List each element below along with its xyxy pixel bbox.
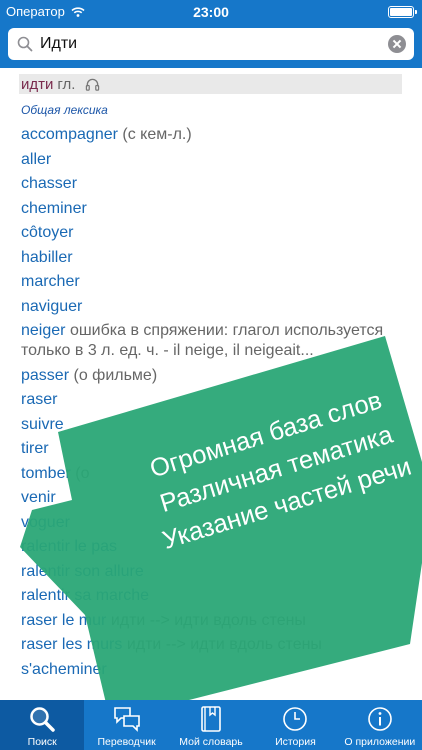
translation-item[interactable]: s'acheminer [21, 660, 406, 680]
translation-item[interactable]: neiger ошибка в спряжении: глагол исполь… [21, 321, 406, 361]
clock-icon [283, 707, 308, 731]
battery-icon [388, 6, 417, 18]
translation-item[interactable]: aller [21, 150, 406, 170]
status-bar: Оператор 23:00 [0, 0, 422, 24]
translation-note: (с кем-л.) [122, 126, 192, 143]
tab-bar: Поиск Переводчик Мой словарь История О п… [0, 700, 422, 750]
tab-translator[interactable]: Переводчик [84, 700, 168, 750]
search-field[interactable] [8, 28, 414, 60]
search-input[interactable] [40, 32, 380, 56]
translation-word[interactable]: passer [21, 367, 69, 384]
translation-note: ошибка в спряжении: глагол используется … [21, 322, 384, 359]
translation-note: идти --> идти вдоль стены [126, 636, 322, 653]
tab-label: Мой словарь [179, 736, 243, 748]
translation-word[interactable]: tirer [21, 440, 49, 457]
translation-word[interactable]: cheminer [21, 200, 87, 217]
info-icon [368, 707, 392, 731]
tab-label: История [275, 736, 316, 748]
translation-item[interactable]: ralentir sa marche [21, 586, 406, 606]
book-icon [201, 706, 221, 732]
tab-search[interactable]: Поиск [0, 700, 85, 750]
results-area[interactable]: идти гл. Общая лексика accompagner (с ке… [0, 68, 422, 700]
translation-word[interactable]: naviguer [21, 298, 82, 315]
tab-label: О приложении [344, 736, 416, 748]
translation-word[interactable]: tomber [21, 465, 71, 482]
translation-word[interactable]: venir [21, 489, 56, 506]
category-label: Общая лексика [21, 103, 108, 117]
search-icon [30, 707, 55, 732]
translation-word[interactable]: accompagner [21, 126, 118, 143]
translation-word[interactable]: voguer [21, 514, 70, 531]
translation-word[interactable]: raser le mur [21, 612, 106, 629]
translation-word[interactable]: ralentir son allure [21, 563, 144, 580]
part-of-speech: гл. [57, 75, 76, 93]
tab-about[interactable]: О приложении [338, 700, 422, 750]
translation-word[interactable]: raser [21, 391, 57, 408]
translation-word[interactable]: habiller [21, 249, 73, 266]
translation-note: (о [75, 464, 90, 482]
headphones-icon[interactable] [85, 77, 100, 92]
status-time: 23:00 [193, 4, 229, 20]
translation-word[interactable]: suivre [21, 416, 64, 433]
translation-note: (о фильме) [73, 366, 158, 384]
translation-item[interactable]: raser les murs идти --> идти вдоль стены [21, 635, 406, 655]
translation-word[interactable]: s'acheminer [21, 661, 107, 678]
translation-item[interactable]: ralentir son allure [21, 562, 406, 582]
translation-item[interactable]: habiller [21, 248, 406, 268]
translation-word[interactable]: neiger [21, 322, 65, 339]
top-bar: Оператор 23:00 [0, 0, 422, 68]
translation-word[interactable]: chasser [21, 175, 77, 192]
translation-item[interactable]: marcher [21, 272, 406, 292]
translation-item[interactable]: chasser [21, 174, 406, 194]
translation-word[interactable]: ralentir le pas [21, 538, 117, 555]
translation-item[interactable]: passer (о фильме) [21, 366, 406, 386]
translation-word[interactable]: raser les murs [21, 636, 122, 653]
translation-note: идти --> идти вдоль стены [110, 611, 306, 629]
translation-item[interactable]: accompagner (с кем-л.) [21, 125, 406, 145]
translation-word[interactable]: aller [21, 151, 51, 168]
translation-word[interactable]: côtoyer [21, 224, 73, 241]
search-icon [17, 36, 33, 52]
tab-label: Поиск [27, 736, 57, 748]
translation-word[interactable]: ralentir sa marche [21, 587, 149, 604]
chat-bubbles-icon [113, 707, 140, 732]
headword-bar: идти гл. [19, 74, 402, 94]
tab-my-dictionary[interactable]: Мой словарь [169, 700, 253, 750]
clear-search-icon[interactable] [388, 35, 406, 53]
translation-item[interactable]: côtoyer [21, 223, 406, 243]
translation-word[interactable]: marcher [21, 273, 80, 290]
headword: идти [21, 75, 54, 93]
tab-label: Переводчик [97, 736, 156, 748]
translation-item[interactable]: naviguer [21, 297, 406, 317]
translation-item[interactable]: cheminer [21, 199, 406, 219]
tab-history[interactable]: История [253, 700, 337, 750]
translation-item[interactable]: raser le mur идти --> идти вдоль стены [21, 611, 406, 631]
